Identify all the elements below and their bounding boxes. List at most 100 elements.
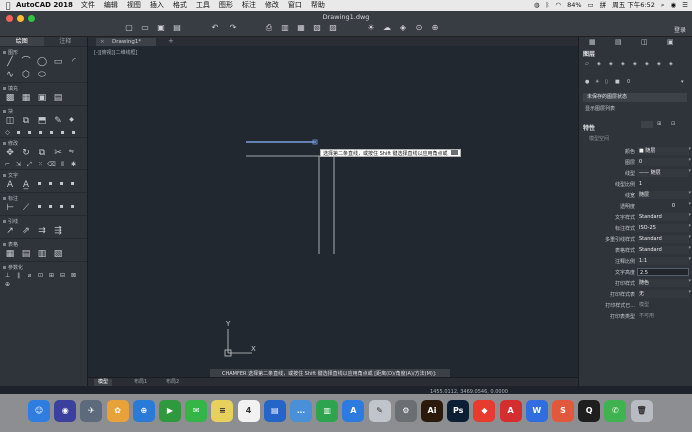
constraint-icon[interactable]: ⊕ bbox=[3, 281, 12, 288]
collapse-icon[interactable] bbox=[3, 265, 6, 269]
constraint-icon[interactable]: ⊥ bbox=[3, 272, 12, 279]
toggle-pickadd-icon[interactable] bbox=[641, 121, 653, 128]
properties-icon[interactable]: ▤ bbox=[615, 38, 625, 46]
add-leader-icon[interactable]: ⇗ bbox=[19, 226, 33, 237]
chevron-down-icon[interactable]: ▾ bbox=[681, 79, 684, 86]
layers-icon[interactable]: ▦ bbox=[589, 38, 599, 46]
polygon-icon[interactable]: ⬡ bbox=[19, 70, 33, 81]
layer-tool-icon[interactable]: ◈ bbox=[669, 61, 673, 68]
workspace-icon[interactable]: ◈ bbox=[398, 23, 408, 33]
save-icon[interactable]: ▣ bbox=[156, 23, 166, 33]
menu-draw[interactable]: 图形 bbox=[219, 0, 233, 11]
tab-drawing1[interactable]: × Drawing1* bbox=[96, 38, 156, 46]
layer-tool-icon[interactable]: ◈ bbox=[609, 61, 613, 68]
explode-icon[interactable]: ✱ bbox=[69, 161, 78, 168]
offset-icon[interactable]: ⫴ bbox=[58, 161, 67, 168]
mtext-icon[interactable]: A bbox=[3, 180, 17, 191]
block-tool-icon[interactable]: ▪ bbox=[25, 129, 34, 136]
search-icon[interactable]: ⌕ bbox=[661, 0, 665, 11]
attribute-icon[interactable]: ◆ bbox=[67, 116, 76, 123]
prop-row-plot-style[interactable]: 打印样式 随色 ▾ bbox=[579, 278, 692, 288]
print-icon[interactable]: ⎙ bbox=[264, 23, 274, 33]
polyline-icon[interactable]: ⌒ bbox=[19, 57, 33, 68]
collapse-icon[interactable] bbox=[3, 242, 6, 246]
prop-row-linetype[interactable]: 线型 —— 随层 ▾ bbox=[579, 168, 692, 178]
prop-value[interactable]: 2.5 bbox=[637, 268, 689, 276]
table-style-icon[interactable]: ▤ bbox=[19, 249, 33, 260]
menu-modify[interactable]: 修改 bbox=[265, 0, 279, 11]
constraint-icon[interactable]: ⊡ bbox=[36, 272, 45, 279]
layer-state-dropdown[interactable]: 未保存的图层状态 bbox=[583, 93, 687, 102]
circle-icon[interactable]: ◯ bbox=[35, 57, 49, 68]
layer-tool-icon[interactable]: ◈ bbox=[645, 61, 649, 68]
siri-menu-icon[interactable]: ◉ bbox=[671, 0, 677, 11]
notes-icon[interactable]: ≡ bbox=[211, 400, 234, 422]
quick-select-icon[interactable]: ⊡ bbox=[671, 121, 675, 128]
prop-row-plot-table-type[interactable]: 打印表类型 不可用 bbox=[579, 311, 692, 321]
open-file-icon[interactable]: ▭ bbox=[140, 23, 150, 33]
redo-icon[interactable]: ↷ bbox=[228, 23, 238, 33]
move-icon[interactable]: ✥ bbox=[3, 148, 17, 159]
new-file-icon[interactable]: ▢ bbox=[124, 23, 134, 33]
prop-row-dim-style[interactable]: 标注样式 ISO-25 ▾ bbox=[579, 223, 692, 233]
chevron-down-icon[interactable]: ▾ bbox=[688, 190, 691, 196]
prop-row-lineweight[interactable]: 线宽 随层 ▾ bbox=[579, 190, 692, 200]
prop-row-text-height[interactable]: 文字高度 2.5 bbox=[579, 267, 692, 277]
calendar-icon[interactable]: 4 bbox=[237, 400, 260, 422]
tab-annotate[interactable]: 注释 bbox=[44, 37, 88, 46]
chevron-down-icon[interactable]: ▾ bbox=[688, 234, 691, 240]
menu-view[interactable]: 视图 bbox=[127, 0, 141, 11]
menu-help[interactable]: 帮助 bbox=[311, 0, 325, 11]
collapse-icon[interactable] bbox=[3, 109, 6, 113]
collapse-icon[interactable] bbox=[3, 219, 6, 223]
attribute-edit-icon[interactable]: ◇ bbox=[3, 129, 12, 136]
rectangle-icon[interactable]: ▭ bbox=[51, 57, 65, 68]
sun-icon[interactable]: ☀ bbox=[595, 79, 599, 86]
collect-leader-icon[interactable]: ⇶ bbox=[51, 226, 65, 237]
input-icon[interactable]: 拼 bbox=[600, 0, 607, 11]
region-icon[interactable]: ▤ bbox=[51, 93, 65, 104]
scale-icon[interactable]: ⤢ bbox=[25, 161, 34, 168]
menu-file[interactable]: 文件 bbox=[81, 0, 95, 11]
tab-layout1[interactable]: 布局1 bbox=[134, 379, 147, 386]
trim-icon[interactable]: ✂ bbox=[51, 148, 65, 159]
share-icon[interactable]: ▧ bbox=[312, 23, 322, 33]
prop-row-text-style[interactable]: 文字样式 Standard ▾ bbox=[579, 212, 692, 222]
layer-tool-icon[interactable]: ◈ bbox=[633, 61, 637, 68]
autocad-icon[interactable]: A bbox=[499, 400, 522, 422]
sketchup-icon[interactable]: ◆ bbox=[473, 400, 496, 422]
align-leader-icon[interactable]: ⇉ bbox=[35, 226, 49, 237]
app-menu[interactable]: AutoCAD 2018 bbox=[16, 0, 73, 11]
keynote-icon[interactable]: ▤ bbox=[263, 400, 286, 422]
numbers-icon[interactable]: ▥ bbox=[316, 400, 339, 422]
color-swatch-icon[interactable]: ■ bbox=[615, 79, 620, 86]
new-tab-icon[interactable]: + bbox=[168, 37, 174, 46]
hatch-icon[interactable]: ▩ bbox=[3, 93, 17, 104]
text-style-icon[interactable]: A̲ bbox=[19, 180, 33, 191]
collapse-icon[interactable] bbox=[3, 141, 6, 145]
dimension-tool-icon[interactable]: ▪ bbox=[57, 203, 66, 210]
wechat-status-icon[interactable]: ◍ bbox=[534, 0, 540, 11]
show-layer-list[interactable]: 显示图层列表 bbox=[585, 105, 615, 112]
wechat-icon[interactable]: ✆ bbox=[604, 400, 627, 422]
qq-icon[interactable]: Q bbox=[578, 400, 601, 422]
bulb-icon[interactable]: ● bbox=[585, 79, 589, 86]
notification-icon[interactable]: ☰ bbox=[682, 0, 688, 11]
edit-block-icon[interactable]: ⬒ bbox=[35, 116, 49, 127]
finder-icon[interactable]: ☺ bbox=[28, 400, 50, 422]
prop-row-annotation-scale[interactable]: 注释比例 1:1 ▾ bbox=[579, 256, 692, 266]
safari-icon[interactable]: ⊕ bbox=[132, 400, 155, 422]
prop-row-table-style[interactable]: 表格样式 Standard ▾ bbox=[579, 245, 692, 255]
layer-selector[interactable]: ● ☀ ▯ ■ 0 ▾ bbox=[583, 79, 689, 86]
login-button[interactable]: 登录 bbox=[674, 25, 686, 34]
messages-icon[interactable]: ✉ bbox=[185, 400, 208, 422]
bluetooth-icon[interactable]: ᛒ bbox=[546, 0, 550, 11]
text-tool-icon[interactable]: ▪ bbox=[46, 180, 55, 187]
stretch-icon[interactable]: ⇲ bbox=[14, 161, 23, 168]
line-icon[interactable]: ╱ bbox=[3, 57, 17, 68]
settings-icon[interactable]: ▣ bbox=[667, 38, 677, 46]
block-tool-icon[interactable]: ▪ bbox=[36, 129, 45, 136]
menu-format[interactable]: 格式 bbox=[173, 0, 187, 11]
dimension-tool-icon[interactable]: ▪ bbox=[35, 203, 44, 210]
chevron-down-icon[interactable]: ▾ bbox=[688, 168, 691, 174]
